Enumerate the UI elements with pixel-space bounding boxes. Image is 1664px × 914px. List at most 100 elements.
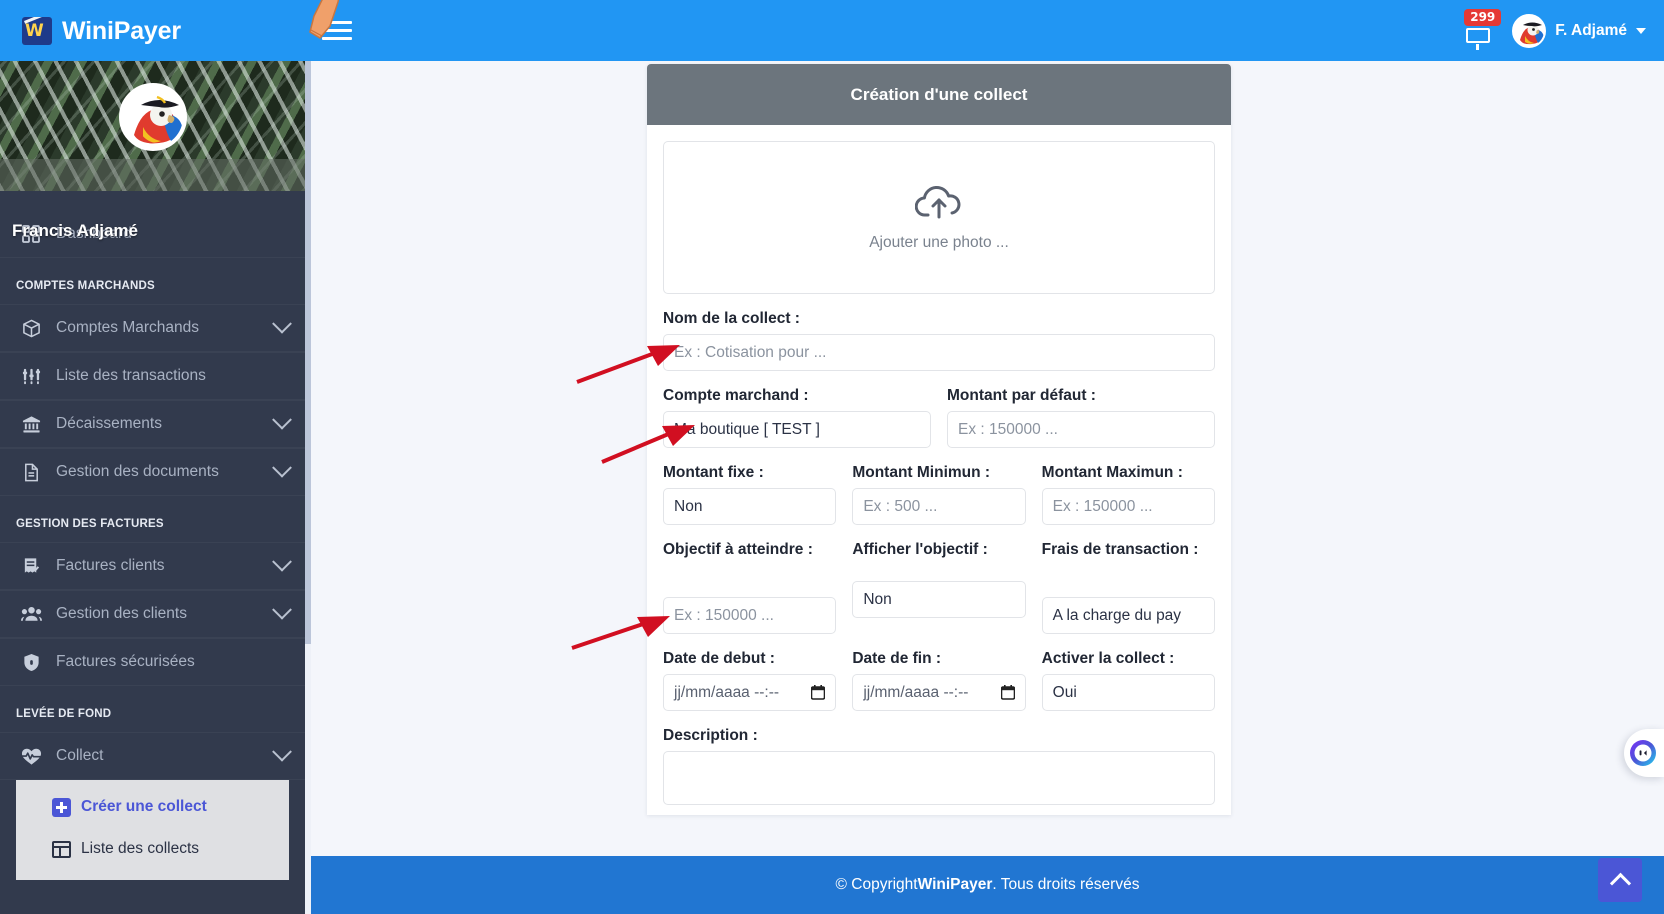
profile-avatar — [118, 83, 187, 151]
frais-transaction-select[interactable]: A la charge du pay — [1041, 597, 1215, 634]
montant-defaut-input[interactable]: Ex : 150000 ... — [947, 411, 1215, 448]
menu-toggle-button[interactable] — [322, 17, 352, 43]
dropzone-label: Ajouter une photo ... — [869, 234, 1009, 251]
chevron-up-icon — [1609, 872, 1631, 894]
footer-copyright-suffix: . Tous droits réservés — [992, 876, 1140, 893]
hamburger-line — [322, 20, 352, 24]
sidebar-item-label: Gestion des clients — [56, 605, 187, 622]
scroll-to-top-button[interactable] — [1598, 858, 1642, 902]
chat-widget-button[interactable] — [1624, 729, 1664, 777]
document-icon — [18, 461, 44, 483]
field-label-date-debut: Date de debut : — [663, 650, 775, 667]
brand-name: WiniPayer — [62, 16, 181, 45]
chat-face-icon — [1630, 740, 1656, 766]
montant-maximun-input[interactable]: Ex : 150000 ... — [1041, 488, 1215, 525]
table-icon — [52, 840, 71, 858]
cloud-upload-icon — [914, 183, 963, 226]
collect-creation-card: Création d'une collect Ajouter une photo… — [647, 64, 1231, 815]
notifications-button[interactable]: 299 — [1458, 8, 1502, 51]
montant-fixe-select[interactable]: Non — [663, 488, 837, 525]
sidebar-section-title: LEVÉE DE FOND — [16, 708, 112, 720]
chevron-down-icon — [272, 313, 292, 334]
chevron-down-icon — [272, 457, 292, 478]
field-label-nom-collect: Nom de la collect : — [663, 310, 800, 327]
footer-copyright-prefix: © Copyright — [835, 876, 918, 893]
date-fin-input[interactable]: jj/mm/aaaa --:-- — [852, 674, 1026, 711]
sidebar-item-label: Liste des transactions — [56, 367, 206, 384]
sidebar-subitem-label: Liste des collects — [81, 840, 200, 857]
field-label-objectif: Objectif à atteindre : — [663, 541, 813, 558]
sidebar-item-factures-securisees[interactable]: Factures sécurisées — [0, 638, 305, 686]
calendar-icon[interactable] — [1000, 685, 1015, 700]
sidebar-item-decaissements[interactable]: Décaissements — [0, 400, 305, 448]
top-navbar: W WiniPayer 299 F. Adjamé — [0, 0, 1664, 61]
date-debut-value: jj/mm/aaaa --:-- — [674, 683, 780, 701]
sidebar-item-liste-des-transactions[interactable]: Liste des transactions — [0, 352, 305, 400]
user-menu-button[interactable]: F. Adjamé — [1512, 13, 1650, 48]
photo-upload-dropzone[interactable]: Ajouter une photo ... — [663, 141, 1215, 294]
announcement-board-icon — [1466, 27, 1491, 50]
description-textarea[interactable] — [663, 751, 1215, 805]
field-label-date-fin: Date de fin : — [852, 650, 942, 667]
sidebar-item-collect[interactable]: Collect — [0, 732, 305, 780]
chevron-down-icon — [272, 741, 292, 762]
activer-collect-select[interactable]: Oui — [1041, 674, 1215, 711]
field-label-afficher-objectif: Afficher l'objectif : — [852, 541, 988, 558]
objectif-input[interactable]: Ex : 150000 ... — [663, 597, 837, 634]
navbar-right-group: 299 F. Adjamé — [1458, 0, 1650, 61]
avatar — [1512, 13, 1547, 48]
sidebar-item-creer-une-collect[interactable]: Créer une collect — [16, 786, 289, 828]
box-icon — [18, 317, 44, 339]
sidebar-item-label: Factures clients — [56, 557, 165, 574]
brand-logo-area[interactable]: W WiniPayer — [22, 8, 181, 54]
chevron-down-icon — [272, 551, 292, 572]
sidebar: Francis Adjamé Dashboard COMPTES MARCHAN… — [0, 61, 311, 914]
plus-square-icon — [52, 797, 71, 817]
sidebar-profile-header — [0, 61, 305, 191]
sidebar-submenu-collect: Créer une collect Liste des collects — [16, 780, 289, 880]
receipt-check-icon — [18, 555, 44, 577]
field-label-activer-collect: Activer la collect : — [1041, 650, 1175, 667]
footer-brand: WiniPayer — [917, 876, 993, 893]
sidebar-item-comptes-marchands[interactable]: Comptes Marchands — [0, 304, 305, 352]
sidebar-menu: Dashboard COMPTES MARCHANDS Comptes Marc… — [0, 204, 305, 880]
sidebar-section-title: COMPTES MARCHANDS — [16, 280, 155, 292]
field-label-montant-minimun: Montant Minimun : — [852, 464, 991, 481]
card-title: Création d'une collect — [647, 64, 1231, 125]
heartbeat-icon — [18, 745, 44, 767]
profile-name: Francis Adjamé — [12, 221, 138, 240]
shield-lock-icon — [18, 651, 44, 673]
field-label-compte-marchand: Compte marchand : — [663, 387, 809, 404]
field-label-montant-defaut: Montant par défaut : — [947, 387, 1096, 404]
hamburger-line — [322, 36, 352, 40]
field-label-frais-transaction: Frais de transaction : — [1041, 541, 1199, 558]
hamburger-line — [322, 28, 352, 32]
chevron-down-icon — [272, 409, 292, 430]
nom-collect-input[interactable]: Ex : Cotisation pour ... — [663, 334, 1215, 371]
sliders-icon — [18, 365, 44, 387]
sidebar-item-gestion-des-clients[interactable]: Gestion des clients — [0, 590, 305, 638]
user-name-label: F. Adjamé — [1555, 21, 1627, 39]
sidebar-item-factures-clients[interactable]: Factures clients — [0, 542, 305, 590]
field-label-montant-fixe: Montant fixe : — [663, 464, 764, 481]
date-fin-value: jj/mm/aaaa --:-- — [863, 683, 969, 701]
date-debut-input[interactable]: jj/mm/aaaa --:-- — [663, 674, 837, 711]
field-label-description: Description : — [663, 727, 758, 744]
sidebar-scrollbar-track[interactable] — [305, 61, 311, 914]
sidebar-section-title: GESTION DES FACTURES — [16, 518, 164, 530]
bank-icon — [18, 413, 44, 435]
sidebar-item-label: Comptes Marchands — [56, 319, 200, 336]
sidebar-item-label: Décaissements — [56, 415, 162, 432]
sidebar-scrollbar-thumb[interactable] — [305, 61, 311, 644]
montant-minimun-input[interactable]: Ex : 500 ... — [852, 488, 1026, 525]
calendar-icon[interactable] — [811, 685, 826, 700]
notification-badge: 299 — [1464, 8, 1502, 26]
sidebar-item-gestion-des-documents[interactable]: Gestion des documents — [0, 448, 305, 496]
compte-marchand-select[interactable]: Ma boutique [ TEST ] — [663, 411, 931, 448]
sidebar-item-label: Gestion des documents — [56, 463, 219, 480]
main-content: Création d'une collect Ajouter une photo… — [311, 61, 1664, 914]
card-body: Ajouter une photo ... Nom de la collect … — [647, 125, 1231, 815]
winipayer-logo-icon: W — [22, 17, 52, 45]
afficher-objectif-select[interactable]: Non — [852, 581, 1026, 618]
sidebar-item-liste-des-collects[interactable]: Liste des collects — [16, 828, 289, 870]
